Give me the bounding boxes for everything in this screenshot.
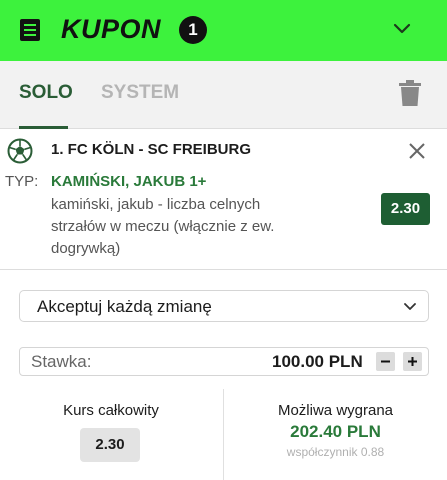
match-name: 1. FC KÖLN - SC FREIBURG <box>51 141 252 158</box>
stake-field[interactable]: Stawka: 100.00 PLN <box>19 347 429 376</box>
trash-icon[interactable] <box>398 79 422 107</box>
coefficient-text: współczynnik 0.88 <box>286 445 385 459</box>
total-odds-label: Kurs całkowity <box>63 402 159 419</box>
decrease-stake-button[interactable] <box>376 352 395 371</box>
chevron-down-icon[interactable] <box>393 22 411 36</box>
stake-label: Stawka: <box>31 352 92 371</box>
bet-item: 1. FC KÖLN - SC FREIBURG TYP: KAMIŃSKI, … <box>0 129 447 270</box>
coupon-title: KUPON <box>61 14 162 44</box>
chevron-down-icon <box>404 303 416 310</box>
stake-value[interactable]: 100.00 PLN <box>272 352 363 372</box>
possible-win-label: Możliwa wygrana <box>277 402 394 419</box>
receipt-icon <box>20 19 40 41</box>
coupon-header[interactable]: KUPON 1 <box>0 0 447 61</box>
total-odds-value: 2.30 <box>80 428 140 462</box>
accept-changes-select[interactable]: Akceptuj każdą zmianę <box>19 290 429 322</box>
increase-stake-button[interactable] <box>403 352 422 371</box>
odds-badge: 2.30 <box>381 193 430 225</box>
tab-system[interactable]: SYSTEM <box>101 82 179 104</box>
bet-market: kamiński, jakub - liczba celnych strzałó… <box>51 196 275 257</box>
football-icon <box>7 138 33 164</box>
typ-label: TYP: <box>5 173 39 190</box>
possible-win-value: 202.40 PLN <box>290 422 381 441</box>
bet-type-tabs: SOLO SYSTEM <box>0 61 447 129</box>
bet-count-badge: 1 <box>179 16 207 44</box>
bet-selection: KAMIŃSKI, JAKUB 1+ <box>51 173 207 190</box>
tab-solo[interactable]: SOLO <box>19 82 73 104</box>
close-icon[interactable] <box>407 141 427 161</box>
accept-changes-value: Akceptuj każdą zmianę <box>37 297 212 316</box>
